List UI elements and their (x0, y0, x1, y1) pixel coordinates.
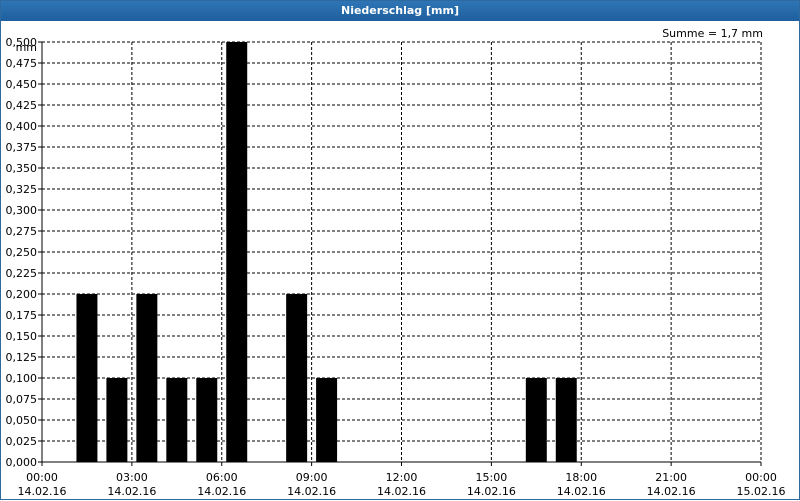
y-tick-label: 0,100 (6, 372, 38, 385)
x-tick-date: 14.02.16 (647, 485, 696, 498)
x-tick-time: 06:00 (206, 471, 238, 484)
y-tick-label: 0,200 (6, 288, 38, 301)
bar (106, 378, 128, 462)
bar (76, 294, 98, 462)
y-tick-label: 0,275 (6, 225, 38, 238)
x-tick-time: 00:00 (745, 471, 777, 484)
y-tick-label: 0,375 (6, 141, 38, 154)
y-tick-label: 0,175 (6, 309, 38, 322)
y-tick-label: 0,050 (6, 414, 38, 427)
y-tick-label: 0,025 (6, 435, 38, 448)
x-tick-date: 14.02.16 (467, 485, 516, 498)
x-tick-date: 14.02.16 (287, 485, 336, 498)
x-tick-time: 18:00 (565, 471, 597, 484)
bar (196, 378, 218, 462)
y-tick-label: 0,400 (6, 120, 38, 133)
x-tick-time: 12:00 (386, 471, 418, 484)
x-tick-time: 21:00 (655, 471, 687, 484)
y-tick-label: 0,300 (6, 204, 38, 217)
bar (525, 378, 547, 462)
precipitation-chart: 0,000 0,025 0,050 0,075 0,100 0,125 0,150 0,175… (6, 27, 786, 498)
y-tick-label: 0,150 (6, 330, 38, 343)
x-tick-date: 14.02.16 (197, 485, 246, 498)
bar (166, 378, 188, 462)
bar (316, 378, 338, 462)
x-tick-time: 03:00 (116, 471, 148, 484)
x-tick-time: 09:00 (296, 471, 328, 484)
bar (226, 42, 248, 462)
y-axis-unit: mm (16, 41, 37, 54)
y-tick-label: 0,325 (6, 183, 38, 196)
y-tick-label: 0,000 (6, 456, 38, 469)
y-tick-label: 0,425 (6, 99, 38, 112)
bar (555, 378, 577, 462)
y-tick-label: 0,250 (6, 246, 38, 259)
y-tick-label: 0,450 (6, 78, 38, 91)
x-tick-date: 14.02.16 (557, 485, 606, 498)
x-tick-date: 14.02.16 (18, 485, 67, 498)
y-tick-label: 0,125 (6, 351, 38, 364)
bar (286, 294, 308, 462)
sum-annotation: Summe = 1,7 mm (662, 27, 763, 40)
x-tick-date: 14.02.16 (107, 485, 156, 498)
x-tick-date: 14.02.16 (377, 485, 426, 498)
x-tick-date: 15.02.16 (737, 485, 786, 498)
y-tick-label: 0,350 (6, 162, 38, 175)
y-tick-label: 0,225 (6, 267, 38, 280)
x-tick-time: 00:00 (26, 471, 58, 484)
y-tick-label: 0,475 (6, 57, 38, 70)
y-tick-label: 0,075 (6, 393, 38, 406)
bar (136, 294, 158, 462)
chart-window: Niederschlag [mm] 0,000 0,025 0,050 0,075 0,… (0, 0, 800, 500)
x-tick-time: 15:00 (476, 471, 508, 484)
